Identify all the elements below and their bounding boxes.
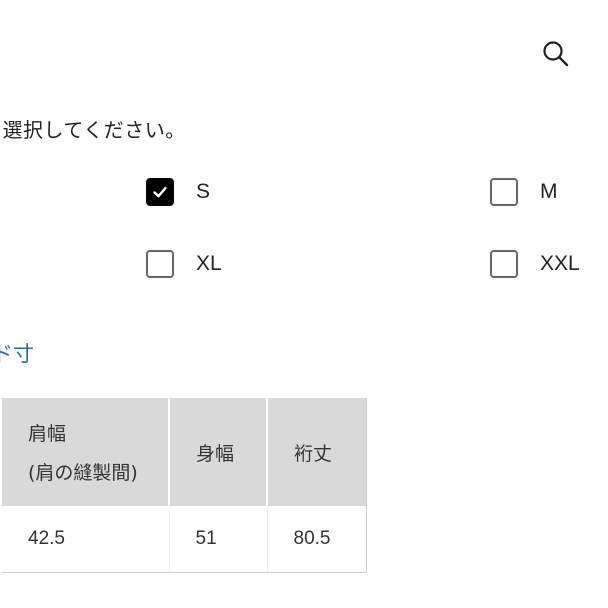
size-label-xxl: XXL (540, 252, 580, 275)
table-cell-sleeve-length: 80.5 (267, 506, 367, 573)
size-option-m[interactable]: M (490, 178, 558, 206)
size-label-s: S (196, 180, 211, 203)
table-header-body-width: 身幅 (169, 398, 268, 506)
size-label-xl: XL (196, 252, 222, 275)
table-cell-body-width: 51 (169, 506, 268, 573)
size-option-s[interactable]: S (146, 178, 210, 206)
size-chart-link[interactable]: ド寸 (0, 338, 34, 368)
header-sleeve-length-label: 裄丈 (294, 442, 333, 465)
search-button[interactable] (538, 36, 574, 72)
table-cell-shoulder: 42.5 (1, 506, 170, 573)
size-label-m: M (540, 180, 558, 203)
table-header-row: 肩幅 (肩の縫製間) 身幅 裄丈 (0, 398, 367, 506)
checkbox-checked[interactable] (146, 178, 174, 206)
table-header-sleeve-length: 裄丈 (267, 398, 367, 506)
size-option-xl[interactable]: XL (146, 250, 222, 278)
table-row: 42.5 51 80.5 (0, 506, 367, 573)
header-body-width-label: 身幅 (196, 442, 235, 465)
table-header-shoulder: 肩幅 (肩の縫製間) (1, 398, 170, 506)
size-option-xxl[interactable]: XXL (490, 250, 580, 278)
search-icon (543, 41, 569, 67)
checkbox-unchecked[interactable] (490, 250, 518, 278)
checkbox-unchecked[interactable] (146, 250, 174, 278)
header-shoulder-note: (肩の縫製間) (28, 462, 138, 484)
size-chart-table: 肩幅 (肩の縫製間) 身幅 裄丈 42.5 51 80.5 (0, 398, 367, 573)
product-size-page: を選択してください。 S M XL XXL ド寸 肩幅 (肩の縫製間) 身幅 裄… (0, 0, 608, 608)
header-shoulder-label: 肩幅 (28, 423, 67, 445)
check-icon (153, 186, 167, 198)
size-instruction-text: を選択してください。 (0, 118, 186, 142)
checkbox-unchecked[interactable] (490, 178, 518, 206)
